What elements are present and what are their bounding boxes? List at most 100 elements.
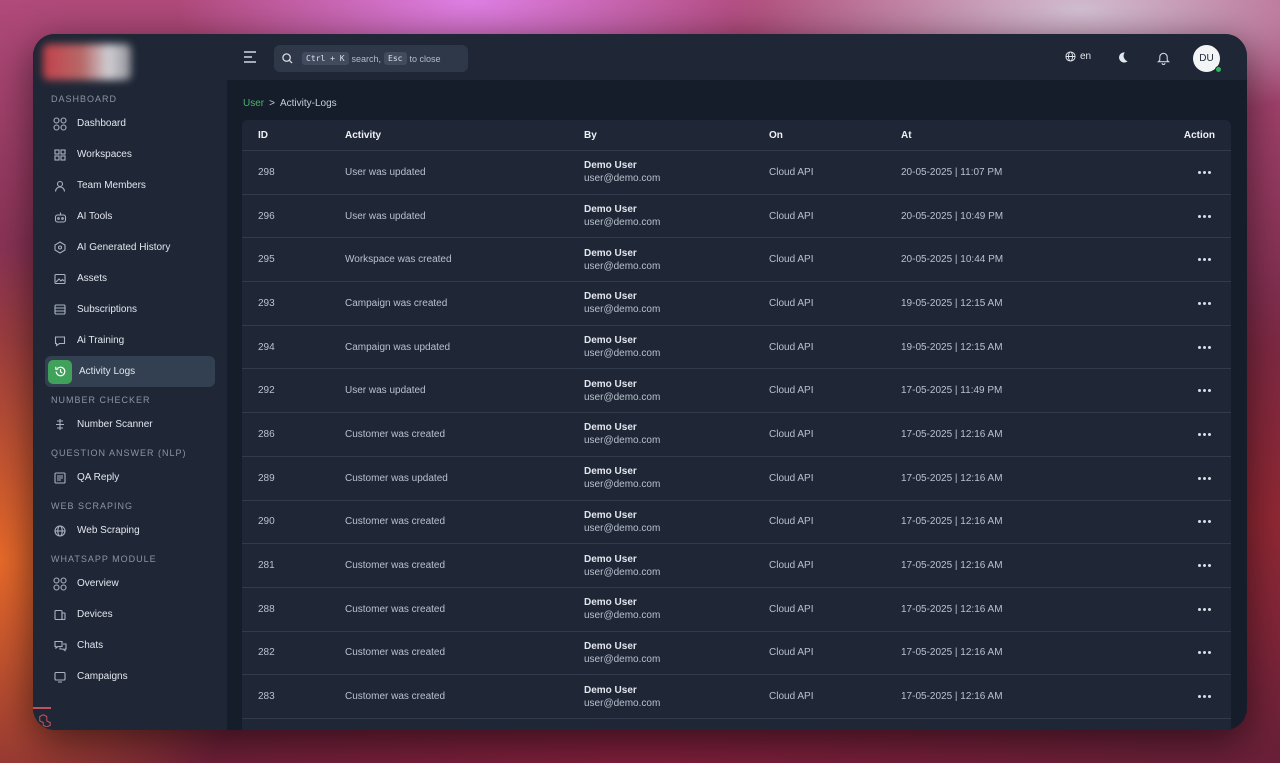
cell-id: 288: [258, 603, 275, 615]
cell-at: 17-05-2025 | 12:16 AM: [901, 691, 1003, 703]
cell-by: Demo User: [584, 719, 637, 730]
menu-toggle-icon[interactable]: [243, 51, 257, 63]
search-icon: [282, 53, 293, 64]
by-user-email: user@demo.com: [584, 479, 661, 491]
by-user-email: user@demo.com: [584, 566, 661, 578]
sidebar-item-workspaces[interactable]: Workspaces: [45, 139, 215, 170]
sidebar-item-ai-tools[interactable]: AI Tools: [45, 201, 215, 232]
by-user-name: Demo User: [584, 640, 637, 652]
more-horizontal-icon: [1198, 170, 1211, 174]
topbar: Ctrl + K search, Esc to close en DU: [227, 34, 1247, 80]
cell-at: 17-05-2025 | 12:16 AM: [901, 516, 1003, 528]
header-on[interactable]: On: [769, 120, 783, 150]
sidebar-item-overview[interactable]: Overview: [45, 568, 215, 599]
sidebar-item-campaigns[interactable]: Campaigns: [45, 661, 215, 692]
search-bar[interactable]: Ctrl + K search, Esc to close: [274, 45, 468, 72]
cell-by: Demo User user@demo.com: [584, 544, 660, 587]
header-id[interactable]: ID: [258, 120, 268, 150]
cell-on: Cloud API: [769, 210, 814, 222]
esc-kbd: Esc: [384, 52, 407, 65]
row-actions-button[interactable]: [1198, 151, 1215, 194]
row-actions-button[interactable]: [1198, 501, 1215, 544]
by-user-email: user@demo.com: [584, 260, 661, 272]
row-actions-button[interactable]: [1198, 282, 1215, 325]
by-user-email: user@demo.com: [584, 435, 661, 447]
row-actions-button[interactable]: [1198, 719, 1215, 730]
cell-by: Demo User user@demo.com: [584, 632, 660, 675]
cell-on: Cloud API: [769, 647, 814, 659]
sidebar-item-label: Web Scraping: [77, 525, 140, 536]
row-actions-button[interactable]: [1198, 238, 1215, 281]
more-horizontal-icon: [1198, 476, 1211, 480]
more-horizontal-icon: [1198, 651, 1211, 655]
shortcut-kbd: Ctrl + K: [302, 52, 349, 65]
row-actions-button[interactable]: [1198, 413, 1215, 456]
breadcrumb-separator: >: [269, 98, 275, 109]
sidebar-item-ai-generated-history[interactable]: AI Generated History: [45, 232, 215, 263]
cell-activity: User was updated: [345, 210, 426, 222]
row-actions-button[interactable]: [1198, 675, 1215, 718]
sidebar-item-devices[interactable]: Devices: [45, 599, 215, 630]
grid-circles-icon: [53, 116, 67, 131]
row-actions-button[interactable]: [1198, 326, 1215, 369]
sidebar-item-qa-reply[interactable]: QA Reply: [45, 462, 215, 493]
header-by[interactable]: By: [584, 120, 597, 150]
sidebar-item-number-scanner[interactable]: Number Scanner: [45, 409, 215, 440]
sidebar-item-subscriptions[interactable]: Subscriptions: [45, 294, 215, 325]
sidebar-item-activity-logs[interactable]: Activity Logs: [45, 356, 215, 387]
sidebar-item-label: Devices: [77, 609, 113, 620]
sidebar-item-label: Assets: [77, 273, 108, 284]
cell-on: Cloud API: [769, 254, 814, 266]
sidebar-section-title: DASHBOARD: [51, 94, 118, 104]
sidebar-item-label: QA Reply: [77, 472, 120, 483]
cell-at: 20-05-2025 | 10:49 PM: [901, 210, 1004, 222]
cell-by: Demo User user@demo.com: [584, 675, 660, 718]
app-logo[interactable]: [43, 44, 131, 80]
cell-id: 293: [258, 297, 275, 309]
cell-activity: Customer was created: [345, 691, 446, 703]
cell-id: 298: [258, 166, 275, 178]
language-switcher[interactable]: en: [1065, 51, 1091, 62]
cell-on: Cloud API: [769, 341, 814, 353]
table-row: 296 User was updated Demo User user@demo.co…: [242, 195, 1231, 239]
cell-on: Cloud API: [769, 472, 814, 484]
table-row: 288 Customer was created Demo User user@dem…: [242, 588, 1231, 632]
row-actions-button[interactable]: [1198, 544, 1215, 587]
sidebar-item-web-scraping[interactable]: Web Scraping: [45, 515, 215, 546]
cell-on: Cloud API: [769, 516, 814, 528]
row-actions-button[interactable]: [1198, 457, 1215, 500]
sidebar-item-dashboard[interactable]: Dashboard: [45, 108, 215, 139]
row-actions-button[interactable]: [1198, 632, 1215, 675]
cell-at: 17-05-2025 | 12:16 AM: [901, 647, 1003, 659]
card-icon: [53, 303, 67, 317]
sidebar-item-ai-training[interactable]: Ai Training: [45, 325, 215, 356]
by-user-name: Demo User: [584, 597, 637, 609]
header-at[interactable]: At: [901, 120, 912, 150]
sidebar-item-label: Dashboard: [77, 118, 126, 129]
search-hint-mid: search,: [351, 53, 382, 64]
sidebar-item-assets[interactable]: Assets: [45, 263, 215, 294]
by-user-email: user@demo.com: [584, 217, 661, 229]
document-icon: [53, 471, 67, 485]
header-activity[interactable]: Activity: [345, 120, 381, 150]
table-header: ID Activity By On At Action: [242, 120, 1231, 151]
bell-icon[interactable]: [1157, 51, 1170, 65]
cell-on: Cloud API: [769, 560, 814, 572]
cell-by: Demo User user@demo.com: [584, 282, 660, 325]
chat-icon: [53, 334, 67, 348]
sidebar-item-chats[interactable]: Chats: [45, 630, 215, 661]
row-actions-button[interactable]: [1198, 369, 1215, 412]
cell-activity: Workspace was created: [345, 254, 452, 266]
table-row: 282 Customer was created Demo User user@dem…: [242, 632, 1231, 676]
user-icon: [53, 179, 67, 193]
row-actions-button[interactable]: [1198, 588, 1215, 631]
breadcrumb-user-link[interactable]: User: [243, 98, 264, 109]
cell-on: Cloud API: [769, 166, 814, 178]
sidebar-item-team-members[interactable]: Team Members: [45, 170, 215, 201]
hexagon-icon: [53, 241, 67, 255]
row-actions-button[interactable]: [1198, 195, 1215, 238]
laravel-icon: [39, 714, 51, 727]
search-hint-end: to close: [409, 53, 441, 64]
moon-icon[interactable]: [1116, 51, 1129, 64]
chats-icon: [53, 639, 67, 653]
